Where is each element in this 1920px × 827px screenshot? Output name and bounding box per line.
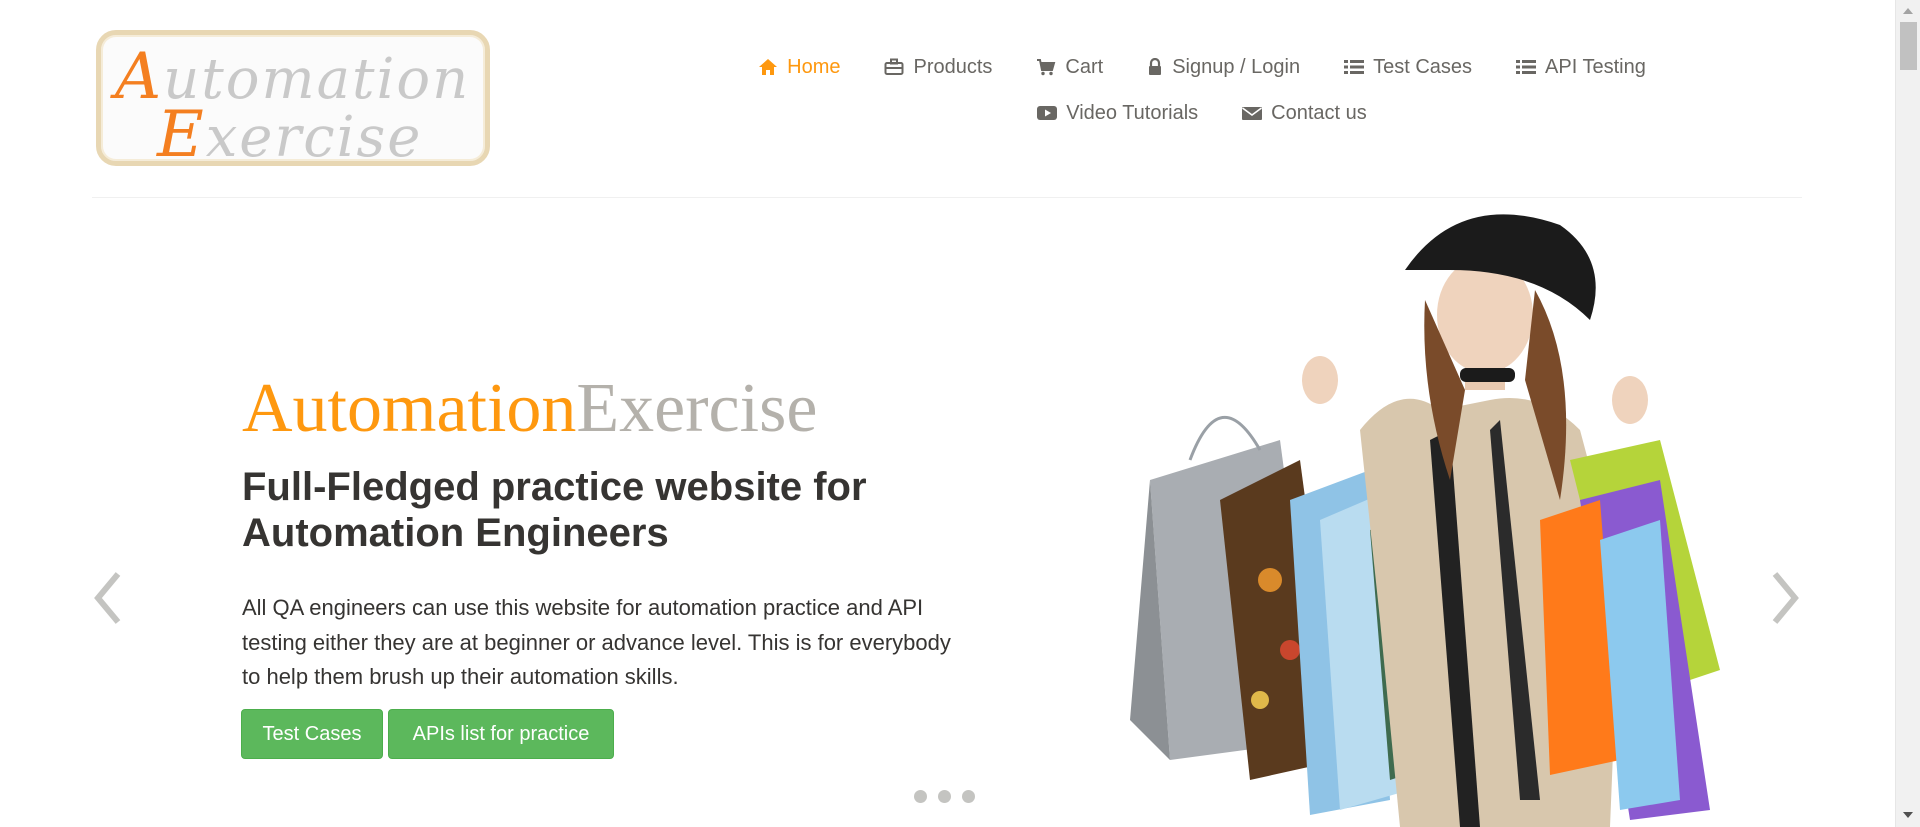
lock-icon: [1149, 58, 1162, 75]
list-icon: [1344, 60, 1365, 74]
main-nav: Home Products Cart Signup / Login Test C…: [702, 44, 1702, 136]
slider-headline: Full-Fledged practice website for Automa…: [242, 465, 867, 555]
slide-indicator-2[interactable]: [938, 790, 951, 803]
nav-video-tutorials[interactable]: Video Tutorials: [1015, 102, 1220, 125]
nav-api-testing[interactable]: API Testing: [1494, 56, 1668, 79]
video-icon: [1037, 106, 1058, 120]
cart-icon: [1037, 59, 1056, 76]
scroll-thumb[interactable]: [1900, 22, 1917, 70]
page-scrollbar[interactable]: [1895, 0, 1920, 827]
slider-description: All QA engineers can use this website fo…: [242, 595, 951, 689]
chevron-left-icon: [94, 572, 121, 624]
site-logo[interactable]: Automation Exercise: [96, 30, 490, 172]
chevron-right-icon: [1772, 572, 1799, 624]
nav-home[interactable]: Home: [736, 56, 862, 79]
test-cases-button[interactable]: Test Cases: [241, 709, 383, 759]
home-icon: [759, 59, 778, 75]
nav-row-2: Video Tutorials Contact us: [702, 90, 1702, 136]
list-icon: [1516, 60, 1537, 74]
slide-indicator-1[interactable]: [914, 790, 927, 803]
apis-list-button[interactable]: APIs list for practice: [388, 709, 614, 759]
nav-contact-us[interactable]: Contact us: [1220, 102, 1389, 125]
slider-brand-title: AutomationExercise: [242, 370, 818, 447]
slider-indicators: [914, 790, 975, 803]
briefcase-icon: [884, 58, 904, 75]
slider-prev-arrow[interactable]: [88, 568, 128, 628]
site-header: Automation Exercise Home Products Cart S…: [92, 0, 1802, 198]
nav-products[interactable]: Products: [862, 56, 1014, 79]
hero-image: [1130, 214, 1720, 827]
nav-test-cases[interactable]: Test Cases: [1322, 56, 1494, 79]
hero-slider: AutomationExercise Full-Fledged practice…: [0, 200, 1920, 827]
logo-line-2: Exercise: [157, 98, 423, 172]
scroll-down-arrow[interactable]: [1903, 812, 1913, 818]
nav-signup-login[interactable]: Signup / Login: [1125, 56, 1322, 79]
nav-row-1: Home Products Cart Signup / Login Test C…: [702, 44, 1702, 90]
scroll-up-arrow[interactable]: [1903, 8, 1913, 14]
envelope-icon: [1242, 107, 1263, 120]
slider-next-arrow[interactable]: [1765, 568, 1805, 628]
slide-indicator-3[interactable]: [962, 790, 975, 803]
nav-cart[interactable]: Cart: [1014, 56, 1125, 79]
